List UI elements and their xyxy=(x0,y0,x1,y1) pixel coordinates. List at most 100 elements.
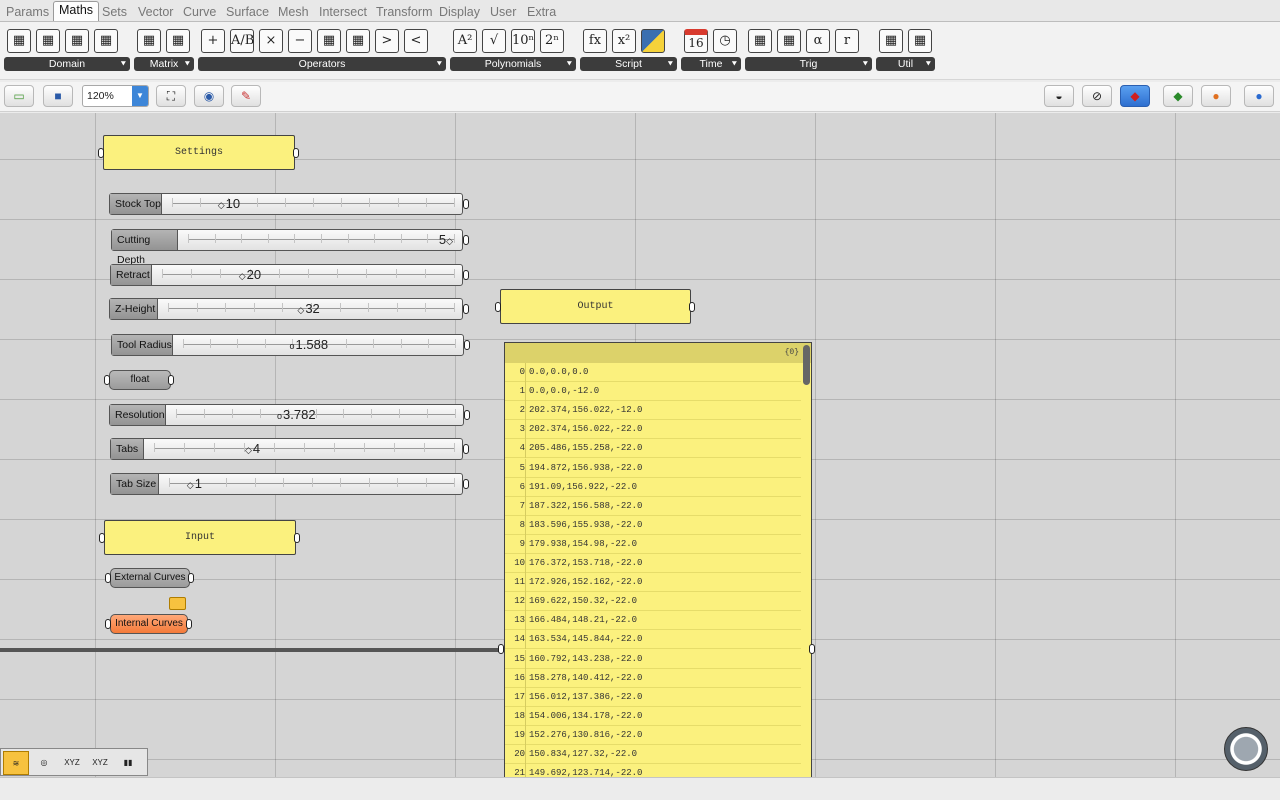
external-curves-param[interactable]: External Curves xyxy=(110,568,190,588)
tool-radius-slider[interactable]: Tool Radius o1.588 xyxy=(111,334,464,356)
subtraction-icon[interactable]: − xyxy=(288,29,312,53)
square-icon[interactable]: A² xyxy=(453,29,477,53)
division-icon[interactable]: A/B xyxy=(230,29,254,53)
square-root-icon[interactable]: √ xyxy=(482,29,506,53)
python-icon[interactable] xyxy=(641,29,665,53)
preview-no-button[interactable]: ⊘ xyxy=(1082,85,1112,107)
xyz-icon[interactable]: XYZ xyxy=(59,751,85,775)
zoom-select[interactable]: 120% ▼ xyxy=(82,85,149,107)
navigation-compass-icon[interactable] xyxy=(1224,727,1268,771)
domain-bounds-icon[interactable]: ▦ xyxy=(65,29,89,53)
cutting-depth-slider[interactable]: Cutting Depth 5◇ xyxy=(111,229,463,266)
matrix-display-icon[interactable]: ▦ xyxy=(166,29,190,53)
slider-output-grip[interactable] xyxy=(464,410,470,420)
power-2-icon[interactable]: 2ⁿ xyxy=(540,29,564,53)
param-grip[interactable] xyxy=(104,375,110,385)
mass-addition-icon[interactable]: ▦ xyxy=(317,29,341,53)
slider-output-grip[interactable] xyxy=(463,270,469,280)
slider-knob[interactable]: o3.782 xyxy=(277,406,316,425)
settings-group[interactable]: Settings xyxy=(103,135,295,170)
panel-scrollbar[interactable] xyxy=(803,345,810,385)
multiplication-icon[interactable]: × xyxy=(259,29,283,53)
save-file-button[interactable]: ■ xyxy=(43,85,73,107)
points-preview-icon[interactable]: ≋ xyxy=(3,751,29,775)
xyz-vector-icon[interactable]: XYZ xyxy=(87,751,113,775)
output-group[interactable]: Output xyxy=(500,289,691,324)
input-group[interactable]: Input xyxy=(104,520,296,555)
mass-multiplication-icon[interactable]: ▦ xyxy=(346,29,370,53)
larger-than-icon[interactable]: > xyxy=(375,29,399,53)
preview-selected-button[interactable]: ◆ xyxy=(1163,85,1193,107)
param-grip[interactable] xyxy=(186,619,192,629)
group-grip[interactable] xyxy=(294,533,300,543)
param-grip[interactable] xyxy=(105,573,111,583)
tab-params[interactable]: Params xyxy=(6,3,49,21)
slider-knob[interactable]: ◇32 xyxy=(297,300,319,319)
slider-output-grip[interactable] xyxy=(463,235,469,245)
panel-output-grip[interactable] xyxy=(809,644,815,654)
node-canvas[interactable]: Settings Output Input Stock Top ◇10 Cuttin… xyxy=(0,113,1280,777)
slider-knob[interactable]: ◇20 xyxy=(239,266,261,285)
tab-surface[interactable]: Surface xyxy=(226,3,269,21)
resolution-slider[interactable]: Resolution o3.782 xyxy=(109,404,464,426)
tab-mesh[interactable]: Mesh xyxy=(278,3,309,21)
internal-curves-param[interactable]: Internal Curves xyxy=(110,614,188,634)
slider-output-grip[interactable] xyxy=(463,304,469,314)
preview-shaded-button[interactable]: ◆ xyxy=(1120,85,1150,107)
trig-right-icon[interactable]: ▦ xyxy=(748,29,772,53)
tabs-slider[interactable]: Tabs ◇4 xyxy=(110,438,463,460)
tab-transform[interactable]: Transform xyxy=(376,3,433,21)
tab-extra[interactable]: Extra xyxy=(527,3,556,21)
power-10-icon[interactable]: 10ⁿ xyxy=(511,29,535,53)
group-grip[interactable] xyxy=(99,533,105,543)
slider-knob[interactable]: o1.588 xyxy=(290,336,329,355)
slider-output-grip[interactable] xyxy=(463,444,469,454)
open-file-button[interactable]: ▭ xyxy=(4,85,34,107)
tab-curve[interactable]: Curve xyxy=(183,3,216,21)
bar-chart-icon[interactable]: ▮▮ xyxy=(115,751,141,775)
group-grip[interactable] xyxy=(293,148,299,158)
calendar-icon[interactable]: 16 xyxy=(684,29,708,53)
smaller-than-icon[interactable]: < xyxy=(404,29,428,53)
panel-input-grip[interactable] xyxy=(498,644,504,654)
sketch-button[interactable]: ✎ xyxy=(231,85,261,107)
preview-mesh-button[interactable]: ● xyxy=(1201,85,1231,107)
graph-mapper-icon[interactable]: ▦ xyxy=(908,29,932,53)
addition-icon[interactable]: + xyxy=(201,29,225,53)
connection-wire[interactable] xyxy=(0,648,504,652)
domain-construct-icon[interactable]: ▦ xyxy=(7,29,31,53)
output-panel[interactable]: {0} 0 0.0,0.0,0.0 1 0.0,0.0,-12.0 2 202.374,1… xyxy=(504,342,812,777)
param-grip[interactable] xyxy=(168,375,174,385)
stock-top-slider[interactable]: Stock Top ◇10 xyxy=(109,193,463,215)
z-height-slider[interactable]: Z-Height ◇32 xyxy=(109,298,463,320)
slider-output-grip[interactable] xyxy=(464,340,470,350)
param-grip[interactable] xyxy=(188,573,194,583)
degrees-icon[interactable]: r xyxy=(835,29,859,53)
tab-vector[interactable]: Vector xyxy=(138,3,173,21)
slider-output-grip[interactable] xyxy=(463,479,469,489)
slider-knob[interactable]: ◇4 xyxy=(245,440,260,459)
group-grip[interactable] xyxy=(98,148,104,158)
tab-intersect[interactable]: Intersect xyxy=(319,3,367,21)
slider-knob[interactable]: 5◇ xyxy=(439,231,454,250)
gaussian-icon[interactable]: ▦ xyxy=(879,29,903,53)
trig-triangle-icon[interactable]: ▦ xyxy=(777,29,801,53)
slider-output-grip[interactable] xyxy=(463,199,469,209)
group-grip[interactable] xyxy=(689,302,695,312)
tab-maths[interactable]: Maths xyxy=(53,1,100,21)
param-grip[interactable] xyxy=(105,619,111,629)
domain-remap-icon[interactable]: ▦ xyxy=(94,29,118,53)
float-param[interactable]: float xyxy=(109,370,171,390)
tab-size-slider[interactable]: Tab Size ◇1 xyxy=(110,473,463,495)
zoom-extents-button[interactable]: ⛶ xyxy=(156,85,186,107)
evaluate-icon[interactable]: x² xyxy=(612,29,636,53)
slider-knob[interactable]: ◇10 xyxy=(218,195,240,214)
tab-display[interactable]: Display xyxy=(439,3,480,21)
curve-preview-icon[interactable]: ◎ xyxy=(31,751,57,775)
preview-toggle-button[interactable]: ◉ xyxy=(194,85,224,107)
preview-quality-button[interactable]: ● xyxy=(1244,85,1274,107)
expression-icon[interactable]: fx xyxy=(583,29,607,53)
tab-user[interactable]: User xyxy=(490,3,516,21)
domain-deconstruct-icon[interactable]: ▦ xyxy=(36,29,60,53)
message-balloon-icon[interactable] xyxy=(169,597,186,610)
